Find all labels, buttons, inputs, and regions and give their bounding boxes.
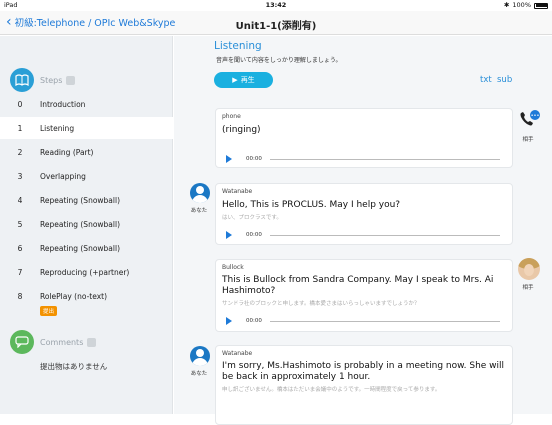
user-icon (190, 346, 210, 366)
audio-time: 00:00 (246, 156, 262, 162)
step-number: 1 (17, 123, 23, 133)
step-number: 7 (17, 267, 23, 277)
step-item-3[interactable]: 3 Overlapping (0, 165, 173, 187)
dialog-line: Hello, This is PROCLUS. May I help you? (222, 200, 401, 210)
section-title: Listening (214, 40, 262, 52)
comments-badge (87, 337, 97, 347)
self-avatar-2: あなた (190, 346, 210, 377)
dialog-translation: サンドラ社のブロックと申します。橋本愛さまはいらっしゃいますでしょうか？ (222, 301, 420, 307)
partner-label: 相手 (522, 137, 534, 143)
self-label: あなた (190, 208, 208, 214)
self-avatar: あなた (190, 183, 210, 214)
step-item-1[interactable]: 1 Listening (0, 117, 173, 139)
svg-text:•••: ••• (531, 113, 540, 119)
main-content: Listening 音声を聞いて内容をしっかり理解しましょう。 ▶ 再生 txt… (174, 36, 552, 425)
step-number: 6 (17, 243, 23, 253)
step-item-8[interactable]: 8 RolePlay (no-text) (0, 285, 173, 307)
step-label: Repeating (Snowball) (40, 195, 120, 205)
dialog-card-bullock: Bullock This is Bullock from Sandra Comp… (215, 259, 513, 332)
status-bar: iPad 13:42 ✱ 100% (0, 0, 552, 11)
sub-toggle[interactable]: sub (497, 75, 512, 85)
audio-time: 00:00 (246, 318, 262, 324)
step-item-2[interactable]: 2 Reading (Part) (0, 141, 173, 163)
step-label: Listening (40, 123, 75, 133)
navigation-bar: ‹ 初級:Telephone / OPIc Web&Skype Unit1-1(… (0, 11, 552, 35)
step-number: 5 (17, 219, 23, 229)
audio-progress[interactable] (269, 158, 500, 160)
play-icon[interactable] (226, 155, 232, 163)
dialog-translation: はい、プロクラスです。 (222, 215, 282, 221)
step-label: Overlapping (40, 171, 86, 181)
step-label: Reading (Part) (40, 147, 94, 157)
dialog-line: This is Bullock from Sandra Company. May… (222, 275, 494, 296)
audio-progress[interactable] (269, 234, 500, 236)
user-icon (190, 183, 210, 203)
steps-section-header: Steps (10, 68, 76, 92)
play-icon[interactable] (226, 317, 232, 325)
step-label: RolePlay (no-text) (40, 291, 108, 301)
step-item-6[interactable]: 6 Repeating (Snowball) (0, 237, 173, 259)
step-number: 3 (17, 171, 23, 181)
partner-label: 相手 (522, 285, 534, 291)
partner-avatar-bullock: 相手 (518, 258, 540, 291)
step-number: 8 (17, 291, 23, 301)
book-icon (10, 68, 34, 92)
instruction-text: 音声を聞いて内容をしっかり理解しましょう。 (216, 57, 342, 64)
clock: 13:42 (265, 1, 287, 9)
audio-player: 00:00 (226, 154, 506, 164)
speaker-name: Watanabe (222, 350, 253, 357)
audio-player: 00:00 (226, 316, 506, 326)
play-icon[interactable] (226, 231, 232, 239)
comments-label: Comments (40, 337, 84, 347)
battery-percent: 100% (512, 1, 531, 9)
battery-icon (534, 2, 548, 9)
audio-player: 00:00 (226, 230, 506, 240)
dialog-card-phone: phone (ringing) 00:00 (215, 108, 513, 168)
step-item-7[interactable]: 7 Reproducing (+partner) (0, 261, 173, 283)
step-item-0[interactable]: 0 Introduction (0, 93, 173, 115)
speaker-name: Watanabe (222, 188, 253, 195)
speaker-name: phone (222, 113, 241, 120)
partner-photo (518, 258, 540, 280)
steps-label: Steps (40, 75, 63, 85)
step-label: Reproducing (+partner) (40, 267, 130, 277)
audio-time: 00:00 (246, 232, 262, 238)
comments-section-header: Comments (10, 330, 97, 354)
comments-empty-text: 提出物はありません (40, 362, 108, 371)
bluetooth-icon: ✱ (503, 1, 510, 9)
step-number: 4 (17, 195, 23, 205)
phone-icon: ••• (520, 110, 540, 126)
submit-tag: 提出 (40, 306, 58, 316)
page-title: Unit1-1(添削有) (235, 21, 317, 32)
steps-badge (66, 75, 76, 85)
step-label: Repeating (Snowball) (40, 219, 120, 229)
dialog-line: I'm sorry, Ms.Hashimoto is probably in a… (222, 361, 505, 382)
dialog-translation: 申し訳ございません。橋本はただいま会議中のようです。一時間程度で戻って参ります。 (222, 387, 441, 393)
play-all-label: 再生 (240, 76, 255, 84)
step-label: Repeating (Snowball) (40, 243, 120, 253)
step-number: 0 (17, 99, 23, 109)
dialog-card-watanabe: Watanabe Hello, This is PROCLUS. May I h… (215, 183, 513, 245)
play-all-button[interactable]: ▶ 再生 (214, 72, 273, 88)
step-item-5[interactable]: 5 Repeating (Snowball) (0, 213, 173, 235)
step-number: 2 (17, 147, 23, 157)
dialog-card-watanabe-2: Watanabe I'm sorry, Ms.Hashimoto is prob… (215, 345, 513, 425)
partner-avatar-phone: ••• 相手 (518, 110, 540, 143)
dialog-line: (ringing) (222, 125, 261, 135)
step-item-4[interactable]: 4 Repeating (Snowball) (0, 189, 173, 211)
comment-icon (10, 330, 34, 354)
status-right: ✱ 100% (504, 0, 548, 11)
audio-progress[interactable] (269, 320, 500, 322)
play-icon: ▶ (232, 76, 238, 84)
self-label: あなた (190, 371, 208, 377)
sidebar: Steps 0 Introduction 1 Listening 2 Reading … (0, 36, 173, 414)
speaker-name: Bullock (222, 264, 244, 271)
txt-toggle[interactable]: txt (480, 75, 492, 85)
step-label: Introduction (40, 99, 86, 109)
